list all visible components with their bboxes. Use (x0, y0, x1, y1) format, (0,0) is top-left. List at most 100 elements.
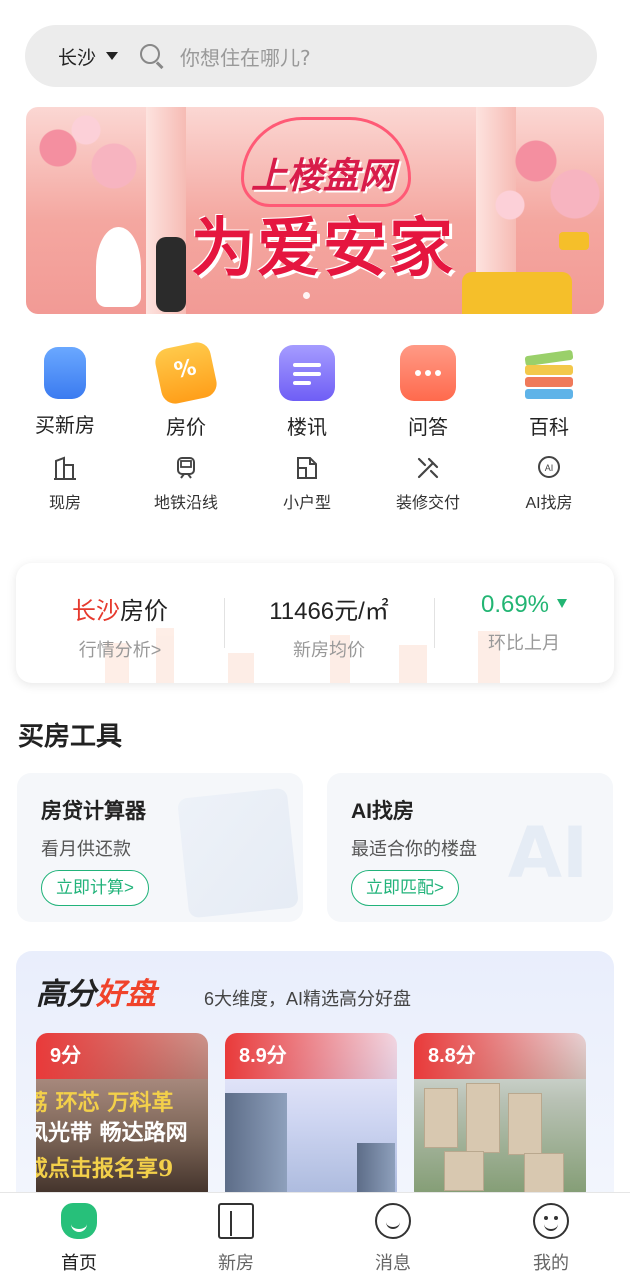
flowers-decor (26, 112, 156, 202)
search-input[interactable]: 你想住在哪儿? (180, 42, 311, 71)
nav-decoration[interactable]: 装修交付 (368, 455, 488, 513)
building-photo (225, 1093, 287, 1203)
message-icon (375, 1203, 411, 1239)
quick-nav-primary: 买新房 % 房价 楼讯 问答 百科 (0, 339, 630, 440)
calculate-now-button[interactable]: 立即计算> (41, 870, 149, 906)
sofa-illustration (462, 272, 572, 314)
nav-qa[interactable]: 问答 (378, 345, 478, 440)
nav-subway[interactable]: 地铁沿线 (126, 455, 246, 513)
nav-ai-search[interactable]: AI AI找房 (489, 455, 609, 513)
nav-news[interactable]: 楼讯 (257, 345, 357, 440)
score-badge: 8.9分 (225, 1033, 397, 1079)
property-card[interactable]: 荔 环芯 万科革 凤光带 畅达路网 或点击报名享9 9分 (36, 1033, 208, 1203)
nav-label: 房价 (166, 417, 206, 439)
building-outline-icon (218, 1203, 254, 1239)
quick-nav-secondary: 现房 地铁沿线 小户型 装修交付 AI AI找房 (0, 455, 630, 515)
promo-banner[interactable]: 上楼盘网 为爱安家 (26, 107, 604, 314)
match-now-button[interactable]: 立即匹配> (351, 870, 459, 906)
avg-price-label: 新房均价 (293, 640, 365, 660)
nav-label: 小户型 (282, 495, 331, 512)
lamp-illustration (559, 232, 589, 250)
profile-icon (533, 1203, 569, 1239)
caret-down-icon[interactable] (106, 52, 119, 60)
price-city: 长沙 (72, 598, 120, 625)
ai-illustration: AI (507, 812, 589, 894)
nav-encyclopedia[interactable]: 百科 (499, 345, 599, 440)
tab-home[interactable]: 首页 (29, 1203, 129, 1275)
tools-section-title: 买房工具 (18, 721, 123, 751)
tab-messages[interactable]: 消息 (343, 1203, 443, 1275)
ready-house-icon (52, 455, 78, 481)
avg-price-value: 11466元/㎡ (269, 598, 389, 625)
price-change-col: 0.69% 环比上月 (434, 563, 614, 683)
building-photo (524, 1153, 564, 1193)
city-selector[interactable]: 长沙 (58, 43, 96, 70)
building-photo (444, 1151, 484, 1191)
property-card[interactable]: 8.9分 (225, 1033, 397, 1203)
tab-new-house[interactable]: 新房 (186, 1203, 286, 1275)
nav-label: 现房 (48, 495, 81, 512)
svg-text:AI: AI (545, 463, 554, 473)
price-city-col[interactable]: 长沙房价 行情分析> (16, 563, 224, 683)
calculator-illustration (177, 787, 299, 919)
high-score-title: 高分好盘 (36, 978, 156, 1011)
nav-label: 问答 (408, 417, 448, 439)
high-score-subtitle: 6大维度，AI精选高分好盘 (204, 989, 412, 1009)
price-tag-icon: % (152, 339, 220, 407)
book-stack-icon (521, 345, 577, 401)
tab-label: 首页 (61, 1253, 97, 1273)
nav-buy-new-house[interactable]: 买新房 (15, 345, 115, 438)
ad-text: 或点击报名享9 (36, 1156, 174, 1182)
flowers-decor (484, 117, 604, 227)
nav-label: 百科 (529, 417, 569, 439)
tool-title: 房贷计算器 (41, 800, 146, 823)
avg-price-col: 11466元/㎡ 新房均价 (224, 563, 434, 683)
search-icon (140, 44, 164, 69)
nav-small-unit[interactable]: 小户型 (247, 455, 367, 513)
couple-illustration (86, 197, 196, 312)
nav-label: 地铁沿线 (153, 495, 218, 512)
home-icon (61, 1203, 97, 1239)
tab-label: 我的 (533, 1253, 569, 1273)
subway-icon (173, 455, 199, 481)
tab-label: 新房 (218, 1253, 254, 1273)
mortgage-calculator-card[interactable]: 房贷计算器 看月供还款 立即计算> (17, 773, 303, 922)
price-change-label: 环比上月 (488, 633, 560, 653)
nav-ready-house[interactable]: 现房 (5, 455, 125, 513)
news-icon (279, 345, 335, 401)
building-photo (424, 1088, 458, 1148)
down-arrow-icon (557, 599, 568, 608)
ad-text: 凤光带 畅达路网 (36, 1120, 188, 1146)
score-badge: 8.8分 (414, 1033, 586, 1079)
nav-label: 装修交付 (395, 495, 460, 512)
price-change-value: 0.69% (480, 591, 550, 618)
banner-indicator-dot (303, 292, 310, 299)
market-analysis-link[interactable]: 行情分析> (16, 636, 224, 662)
tool-subtitle: 最适合你的楼盘 (351, 839, 477, 859)
banner-slogan: 为爱安家 (191, 212, 455, 286)
ai-house-finder-card[interactable]: AI AI找房 最适合你的楼盘 立即匹配> (327, 773, 613, 922)
banner-brand: 上楼盘网 (251, 156, 396, 197)
nav-label: 买新房 (35, 415, 95, 437)
bottom-tab-bar: 首页 新房 消息 我的 (0, 1192, 630, 1280)
tool-title: AI找房 (351, 800, 414, 823)
property-card[interactable]: 8.8分 (414, 1033, 586, 1203)
search-bar[interactable]: 长沙 你想住在哪儿? (25, 25, 597, 87)
nav-label: 楼讯 (287, 417, 327, 439)
chat-bubble-icon (400, 345, 456, 401)
building-photo (466, 1083, 500, 1153)
tab-label: 消息 (375, 1253, 411, 1273)
ad-text: 荔 环芯 万科革 (36, 1090, 174, 1116)
tab-profile[interactable]: 我的 (501, 1203, 601, 1275)
building-photo (508, 1093, 542, 1155)
floorplan-icon (294, 455, 320, 481)
ai-search-icon: AI (536, 455, 562, 481)
building-icon (36, 347, 94, 405)
nav-house-price[interactable]: % 房价 (136, 339, 236, 440)
nav-label: AI找房 (525, 495, 573, 512)
price-title: 房价 (120, 598, 168, 625)
tool-subtitle: 看月供还款 (41, 839, 131, 859)
score-badge: 9分 (36, 1033, 208, 1079)
tools-icon (415, 455, 441, 481)
price-summary-card[interactable]: 长沙房价 行情分析> 11466元/㎡ 新房均价 0.69% 环比上月 (16, 563, 614, 683)
